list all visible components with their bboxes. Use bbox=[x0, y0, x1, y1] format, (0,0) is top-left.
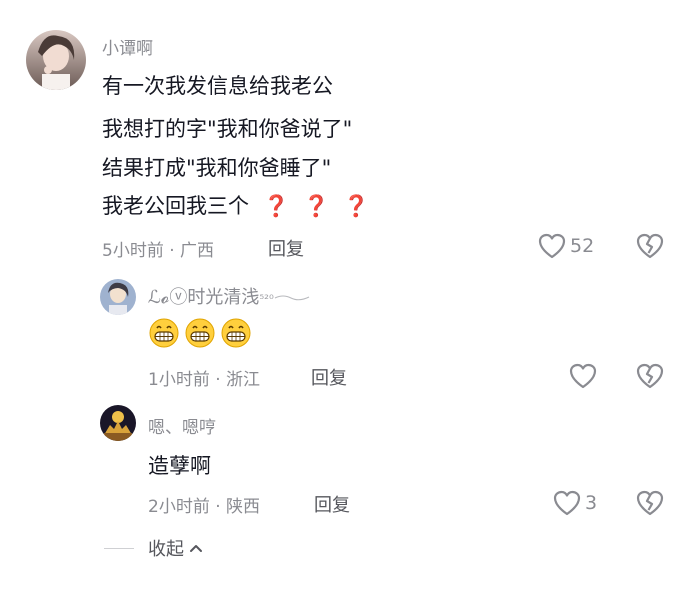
comment-username[interactable]: 小谭啊 bbox=[102, 34, 153, 59]
dislike-button[interactable] bbox=[636, 233, 664, 259]
broken-heart-icon bbox=[636, 490, 664, 516]
reply-content: 造孽啊 bbox=[148, 454, 211, 478]
like-button[interactable]: 52 bbox=[538, 233, 594, 259]
avatar[interactable] bbox=[26, 30, 86, 90]
comment-meta: 5小时前 · 广西 bbox=[102, 236, 214, 261]
avatar-image bbox=[100, 405, 136, 441]
comment-text-fragment: 我老公回我三个 bbox=[102, 194, 249, 218]
username-suffix: ⁵²⁰ bbox=[259, 292, 274, 306]
meta-separator: · bbox=[209, 497, 227, 517]
like-count: 52 bbox=[570, 235, 595, 257]
collapse-label: 收起 bbox=[148, 539, 184, 560]
reply-meta: 1小时前 · 浙江 bbox=[148, 365, 260, 390]
reply-time: 2小时前 bbox=[148, 497, 210, 517]
reply-username[interactable]: ℒ𝓸ⓥ时光清浅⁵²⁰ bbox=[148, 283, 310, 309]
reply-username-text: ℒ𝓸ⓥ时光清浅 bbox=[148, 287, 260, 308]
comment-location: 广西 bbox=[180, 241, 215, 261]
reply-button[interactable]: 回复 bbox=[268, 235, 304, 261]
dislike-button[interactable] bbox=[636, 490, 664, 516]
grin-emoji bbox=[221, 318, 251, 348]
reply-button[interactable]: 回复 bbox=[314, 491, 350, 517]
dislike-button[interactable] bbox=[636, 363, 664, 389]
meta-separator: · bbox=[209, 370, 227, 390]
comment: 小谭啊 有一次我发信息给我老公 我想打的字"我和你爸说了" 结果打成"我和你爸睡… bbox=[0, 0, 690, 270]
reply-time: 1小时前 bbox=[148, 370, 210, 390]
reply-comment: ℒ𝓸ⓥ时光清浅⁵²⁰ 1小时前 · 浙江 回复 bbox=[0, 270, 690, 400]
comment-text-line: 我想打的字"我和你爸说了" bbox=[102, 117, 353, 141]
heart-icon bbox=[538, 233, 566, 259]
reply-meta: 2小时前 · 陕西 bbox=[148, 492, 260, 517]
broken-heart-icon bbox=[636, 233, 664, 259]
avatar-image bbox=[100, 279, 136, 315]
reply-content bbox=[148, 317, 256, 349]
reply-comment: 嗯、嗯哼 造孽啊 2小时前 · 陕西 回复 3 bbox=[0, 400, 690, 530]
comment-text-line: 我老公回我三个 ❓ ❓ ❓ bbox=[102, 190, 369, 220]
comment-text-line: 有一次我发信息给我老公 bbox=[102, 74, 333, 98]
like-count: 3 bbox=[585, 492, 598, 514]
heart-icon bbox=[569, 363, 597, 389]
grin-emoji bbox=[149, 318, 179, 348]
chevron-up-icon bbox=[190, 545, 202, 552]
question-mark-icon: ❓ bbox=[343, 194, 370, 218]
reply-button[interactable]: 回复 bbox=[311, 364, 347, 390]
collapse-divider bbox=[104, 547, 134, 549]
comment-text-line: 结果打成"我和你爸睡了" bbox=[102, 156, 332, 180]
swirl-icon bbox=[274, 295, 310, 300]
reply-username[interactable]: 嗯、嗯哼 bbox=[148, 413, 216, 438]
broken-heart-icon bbox=[636, 363, 664, 389]
avatar[interactable] bbox=[100, 279, 136, 315]
grin-emoji bbox=[185, 318, 215, 348]
avatar[interactable] bbox=[100, 405, 136, 441]
avatar-image bbox=[26, 30, 86, 90]
question-mark-icon: ❓ bbox=[303, 194, 330, 218]
like-button[interactable]: 3 bbox=[553, 490, 597, 516]
heart-icon bbox=[553, 490, 581, 516]
comment-time: 5小时前 bbox=[102, 241, 164, 261]
collapse-replies-button[interactable]: 收起 bbox=[104, 535, 204, 561]
question-mark-icon: ❓ bbox=[263, 194, 290, 218]
meta-separator: · bbox=[163, 241, 181, 261]
reply-location: 陕西 bbox=[226, 497, 261, 517]
swirl-decoration-icon bbox=[274, 288, 310, 309]
like-button[interactable] bbox=[569, 363, 597, 389]
reply-location: 浙江 bbox=[226, 370, 261, 390]
